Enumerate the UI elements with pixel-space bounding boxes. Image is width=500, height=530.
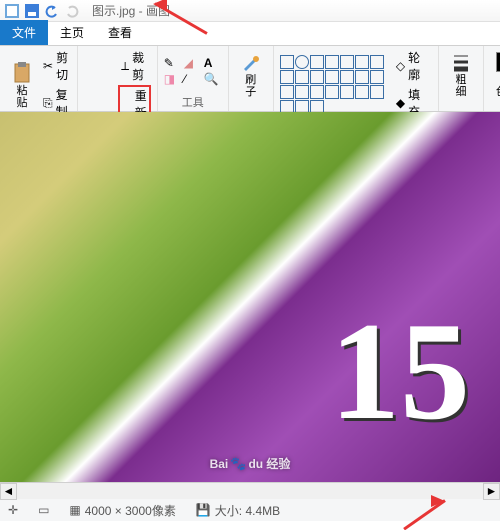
color1-swatch <box>494 50 500 74</box>
group-image: 选 择 ⟂裁剪 ⤢重新调整大小 ⟳旋转 图像 <box>78 46 158 111</box>
fill-icon[interactable]: ◢ <box>184 56 202 70</box>
group-clipboard: 粘 贴 ✂剪切 ⎘复制 剪贴板 <box>0 46 78 111</box>
eraser-icon[interactable]: ◨ <box>164 72 182 86</box>
picker-icon[interactable]: ⁄ <box>184 72 202 86</box>
group-shapes: ◇轮廓 ◆填充 形状 <box>274 46 439 111</box>
group-brushes: 刷 子 <box>229 46 274 111</box>
status-filesize: 💾大小: 4.4MB <box>196 502 280 519</box>
redo-icon[interactable] <box>64 3 80 19</box>
fillshape-icon: ◆ <box>396 96 405 110</box>
scroll-right-button[interactable]: ► <box>483 483 500 500</box>
paste-button[interactable]: 粘 贴 <box>6 59 38 111</box>
pencil-icon[interactable]: ✎ <box>164 56 182 70</box>
dimensions-icon: ▦ <box>69 503 80 517</box>
tab-home[interactable]: 主页 <box>48 20 96 45</box>
copy-icon: ⎘ <box>43 96 53 111</box>
canvas-area[interactable]: 15 <box>0 112 500 482</box>
crop-button[interactable]: ⟂裁剪 <box>118 48 151 84</box>
canvas-big-text: 15 <box>330 291 470 452</box>
shapes-gallery[interactable] <box>280 55 391 114</box>
save-icon[interactable] <box>24 3 40 19</box>
selection-icon: ▭ <box>38 503 49 517</box>
scroll-left-button[interactable]: ◄ <box>0 483 17 500</box>
status-selection: ▭ <box>38 503 49 517</box>
color1-button[interactable]: 颜 色 1 <box>490 48 500 100</box>
app-icon <box>4 3 20 19</box>
group-size: 粗 细 <box>439 46 484 111</box>
group-label: 工具 <box>182 93 204 111</box>
cursor-icon: ✛ <box>8 503 18 517</box>
horizontal-scrollbar[interactable]: ◄ ► <box>0 482 500 499</box>
scissors-icon: ✂ <box>43 59 53 73</box>
tab-view[interactable]: 查看 <box>96 20 144 45</box>
text-icon[interactable]: A <box>204 56 222 70</box>
status-cursor: ✛ <box>8 503 18 517</box>
status-dimensions: ▦4000 × 3000像素 <box>69 502 175 519</box>
crop-icon: ⟂ <box>121 59 129 74</box>
outline-button[interactable]: ◇轮廓 <box>393 48 432 84</box>
size-icon <box>449 50 473 74</box>
disk-icon: 💾 <box>196 503 211 517</box>
status-bar: ✛ ▭ ▦4000 × 3000像素 💾大小: 4.4MB <box>0 499 500 521</box>
group-tools: ✎ ◢ A ◨ ⁄ 🔍 工具 <box>158 46 229 111</box>
brushes-button[interactable]: 刷 子 <box>235 48 267 100</box>
undo-icon[interactable] <box>44 3 60 19</box>
paste-icon <box>10 61 34 85</box>
ribbon: 粘 贴 ✂剪切 ⎘复制 剪贴板 选 择 ⟂裁剪 ⤢重新调整大小 ⟳旋转 图像 <box>0 46 500 112</box>
quick-access-toolbar: 图示.jpg - 画图 <box>0 0 500 22</box>
outline-icon: ◇ <box>396 59 405 73</box>
cut-button[interactable]: ✂剪切 <box>40 48 71 84</box>
size-button[interactable]: 粗 细 <box>445 48 477 100</box>
group-colors: 颜 色 1 颜 色 2 <box>484 46 500 111</box>
ribbon-tabs: 文件 主页 查看 <box>0 22 500 46</box>
zoom-icon[interactable]: 🔍 <box>204 72 222 86</box>
tab-file[interactable]: 文件 <box>0 20 48 45</box>
window-title: 图示.jpg - 画图 <box>92 2 170 19</box>
brush-icon <box>239 50 263 74</box>
